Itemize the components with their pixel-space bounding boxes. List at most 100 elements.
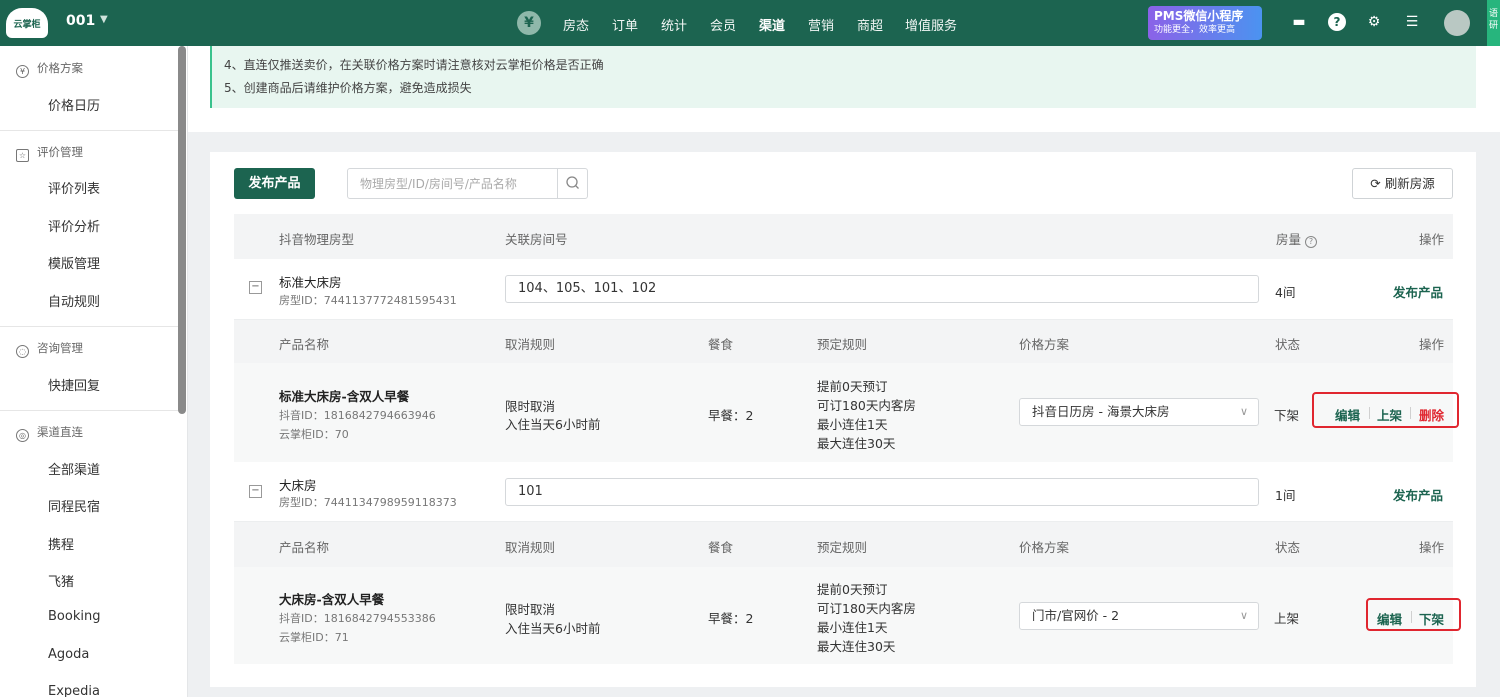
room-qty: 1间 — [1275, 488, 1296, 503]
menu-icon[interactable]: ☰ — [1403, 13, 1421, 31]
col-op: 操作 — [1419, 337, 1445, 352]
col-price-plan: 价格方案 — [1019, 337, 1070, 352]
product-status: 上架 — [1274, 611, 1300, 626]
nav-orders[interactable]: 订单 — [612, 15, 638, 34]
divider — [0, 410, 178, 411]
product-row: 大床房-含双人早餐 抖音ID：1816842794553386 云掌柜ID：71… — [234, 567, 1453, 664]
booking-rule: 可订180天内客房 — [817, 601, 916, 616]
nav-members[interactable]: 会员 — [710, 15, 736, 34]
refresh-rooms-button[interactable]: ⟳ 刷新房源 — [1352, 168, 1453, 199]
top-navbar: 云掌柜 001 ▼ ¥ 房态 订单 统计 会员 渠道 营销 商超 增值服务 PM… — [0, 0, 1500, 46]
nav-room-status[interactable]: 房态 — [563, 15, 589, 34]
cancel-rule-type: 限时取消 — [505, 602, 556, 617]
room-id: 房型ID：7441137772481595431 — [279, 294, 457, 307]
edit-button[interactable]: 编辑 — [1335, 405, 1360, 424]
price-plan-value: 门市/官网价 - 2 — [1032, 608, 1120, 623]
promo-subtitle: 功能更全，效率更高 — [1154, 25, 1236, 35]
chevron-down-icon[interactable]: ▼ — [100, 14, 108, 25]
sidebar-item-ctrip[interactable]: 携程 — [48, 534, 74, 553]
room-number-field[interactable]: 104、105、101、102 — [505, 275, 1259, 303]
cancel-rule-detail: 入住当天6小时前 — [505, 621, 601, 636]
price-plan-value: 抖音日历房 - 海景大床房 — [1032, 404, 1170, 419]
sidebar-item-review-analysis[interactable]: 评价分析 — [48, 216, 100, 235]
nav-stats[interactable]: 统计 — [661, 15, 687, 34]
booking-rule: 最小连住1天 — [817, 417, 888, 432]
sidebar-item-expedia[interactable]: Expedia — [48, 684, 100, 697]
sidebar-item-price-calendar[interactable]: 价格日历 — [48, 95, 100, 114]
help-icon[interactable]: ? — [1328, 13, 1346, 31]
room-number-field[interactable]: 101 — [505, 478, 1259, 506]
col-cancel-rule: 取消规则 — [505, 337, 556, 352]
section-direct-channel: ◎ 渠道直连 — [16, 424, 83, 442]
col-status: 状态 — [1275, 540, 1301, 555]
col-room-number: 关联房间号 — [505, 232, 568, 247]
col-product-name: 产品名称 — [279, 337, 330, 352]
cancel-rule-type: 限时取消 — [505, 399, 556, 414]
booking-rule: 最小连住1天 — [817, 620, 888, 635]
nav-store[interactable]: 商超 — [857, 15, 883, 34]
product-name: 大床房-含双人早餐 — [279, 592, 385, 607]
sidebar-item-fliggy[interactable]: 飞猪 — [48, 571, 74, 590]
sidebar-item-quick-reply[interactable]: 快捷回复 — [48, 375, 100, 394]
publish-product-button[interactable]: 发布产品 — [234, 168, 315, 199]
project-selector[interactable]: 001 — [66, 13, 95, 29]
sidebar: ¥ 价格方案 价格日历 ☆ 评价管理 评价列表 评价分析 模版管理 自动规则 ◌ 咨询… — [0, 46, 188, 697]
product-name: 标准大床房-含双人早餐 — [279, 389, 410, 404]
channel-icon: ◎ — [16, 429, 29, 442]
delete-button[interactable]: 删除 — [1419, 405, 1444, 424]
booking-rule: 提前0天预订 — [817, 582, 888, 597]
search-input[interactable] — [348, 169, 557, 198]
room-name: 大床房 — [279, 478, 317, 493]
side-tab[interactable]: 语研 — [1487, 0, 1500, 46]
col-op: 操作 — [1419, 540, 1445, 555]
pms-miniprogram-promo[interactable]: PMS微信小程序 功能更全，效率更高 — [1148, 6, 1262, 40]
sidebar-item-booking[interactable]: Booking — [48, 609, 100, 624]
chat-icon[interactable]: ▬ — [1290, 13, 1308, 31]
publish-product-link[interactable]: 发布产品 — [1393, 485, 1443, 504]
cancel-rule-detail: 入住当天6小时前 — [505, 417, 601, 432]
sidebar-item-agoda[interactable]: Agoda — [48, 647, 89, 662]
divider — [0, 130, 178, 131]
help-circle-icon[interactable]: ? — [1305, 236, 1317, 248]
room-id: 房型ID：7441134798959118373 — [279, 496, 457, 509]
sidebar-scrollbar[interactable] — [178, 46, 186, 414]
col-room-type: 抖音物理房型 — [279, 232, 355, 247]
search-icon — [566, 176, 579, 189]
publish-product-link[interactable]: 发布产品 — [1393, 282, 1443, 301]
yzg-id: 云掌柜ID：71 — [279, 631, 349, 644]
section-consult: ◌ 咨询管理 — [16, 340, 83, 358]
col-price-plan: 价格方案 — [1019, 540, 1070, 555]
edit-button[interactable]: 编辑 — [1377, 609, 1402, 628]
unlist-button[interactable]: 下架 — [1419, 609, 1444, 628]
product-status: 下架 — [1274, 408, 1300, 423]
sidebar-item-templates[interactable]: 模版管理 — [48, 253, 100, 272]
sidebar-item-tongcheng[interactable]: 同程民宿 — [48, 496, 100, 515]
notice-box: 4、直连仅推送卖价，在关联价格方案时请注意核对云掌柜价格是否正确 5、创建商品后… — [210, 46, 1476, 108]
refresh-icon: ⟳ — [1370, 176, 1385, 191]
sidebar-item-all-channels[interactable]: 全部渠道 — [48, 459, 100, 478]
collapse-icon[interactable]: − — [249, 485, 262, 498]
product-table-header: 产品名称 取消规则 餐食 预定规则 价格方案 状态 操作 — [234, 320, 1453, 363]
nav-marketing[interactable]: 营销 — [808, 15, 834, 34]
section-price-plan: ¥ 价格方案 — [16, 60, 83, 78]
col-meal: 餐食 — [708, 540, 734, 555]
col-room-qty: 房量 ? — [1276, 229, 1317, 248]
yen-icon[interactable]: ¥ — [517, 11, 541, 35]
room-row: − 大床房 房型ID：7441134798959118373 101 1间 发布… — [234, 462, 1453, 522]
collapse-icon[interactable]: − — [249, 281, 262, 294]
gear-icon[interactable]: ⚙ — [1365, 13, 1383, 31]
avatar[interactable] — [1444, 10, 1470, 36]
col-status: 状态 — [1275, 337, 1301, 352]
nav-value-added[interactable]: 增值服务 — [905, 15, 957, 34]
sidebar-item-auto-rules[interactable]: 自动规则 — [48, 291, 100, 310]
nav-channels[interactable]: 渠道 — [759, 15, 785, 34]
chat-icon: ◌ — [16, 345, 29, 358]
list-button[interactable]: 上架 — [1377, 405, 1402, 424]
sidebar-item-review-list[interactable]: 评价列表 — [48, 178, 100, 197]
meal: 早餐：2 — [708, 611, 754, 626]
price-plan-select[interactable]: 抖音日历房 - 海景大床房 ∨ — [1019, 398, 1259, 426]
price-plan-select[interactable]: 门市/官网价 - 2 ∨ — [1019, 602, 1259, 630]
col-cancel-rule: 取消规则 — [505, 540, 556, 555]
app-logo[interactable]: 云掌柜 — [6, 8, 48, 38]
search-button[interactable] — [557, 169, 587, 198]
